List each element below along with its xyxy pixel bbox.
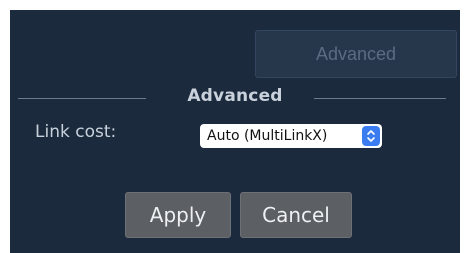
chevron-up-down-icon bbox=[362, 126, 380, 146]
section-title: Advanced bbox=[187, 86, 283, 106]
advanced-toggle-button[interactable]: Advanced bbox=[255, 30, 457, 78]
link-cost-label: Link cost: bbox=[35, 122, 117, 142]
advanced-settings-panel: Advanced Advanced Link cost: Auto (Multi… bbox=[10, 10, 460, 253]
link-cost-select[interactable]: Auto (MultiLinkX) bbox=[200, 124, 382, 148]
cancel-button[interactable]: Cancel bbox=[240, 192, 352, 238]
apply-button[interactable]: Apply bbox=[125, 192, 231, 238]
link-cost-selected-value: Auto (MultiLinkX) bbox=[207, 128, 328, 144]
